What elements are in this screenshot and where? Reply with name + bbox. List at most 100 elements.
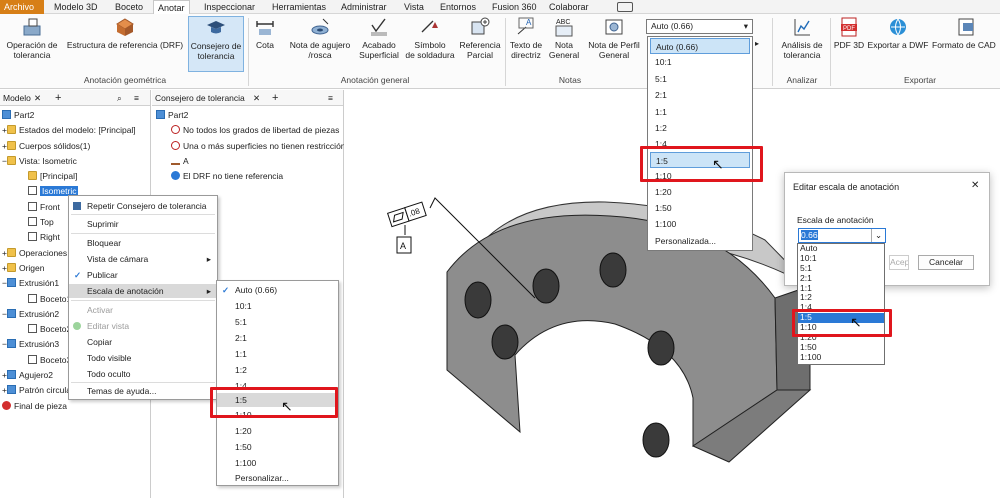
close-icon[interactable]: ✕ — [34, 90, 41, 106]
tree-item-view-isometric[interactable]: − Vista: Isometric — [2, 154, 150, 169]
menu-icon[interactable]: ≡ — [134, 90, 139, 106]
add-tab-icon[interactable]: + — [272, 90, 278, 106]
scale-option[interactable]: 1:100 — [650, 216, 750, 232]
tab-herramientas[interactable]: Herramientas — [268, 0, 330, 14]
extrusion-icon — [6, 339, 16, 349]
general-note-button[interactable]: ABC Nota General — [546, 16, 582, 60]
submenu-arrow-icon: ▸ — [206, 286, 211, 296]
menu-item-repeat-advisor[interactable]: Repetir Consejero de tolerancia — [69, 199, 217, 213]
submenu-item[interactable]: 5:1 — [217, 315, 338, 329]
menu-item-temas-ayuda[interactable]: Temas de ayuda... — [69, 384, 217, 398]
tab-boceto[interactable]: Boceto — [111, 0, 147, 14]
display-toggle-icon[interactable] — [617, 2, 633, 12]
search-icon[interactable]: ⌕ — [117, 90, 122, 106]
export-dwf-button[interactable]: Exportar a DWF — [866, 16, 930, 50]
submenu-item[interactable]: 1:2 — [217, 363, 338, 377]
group-exportar: Exportar — [903, 75, 937, 85]
tolerance-analysis-button[interactable]: Análisis de tolerancia — [776, 16, 828, 60]
tab-vista[interactable]: Vista — [400, 0, 428, 14]
menu-item-bloquear[interactable]: Bloquear — [69, 236, 217, 250]
scale-option[interactable]: 5:1 — [650, 71, 750, 87]
chevron-down-icon[interactable]: ⌄ — [871, 229, 885, 242]
hole — [647, 330, 675, 366]
submenu-item[interactable]: 1:1 — [217, 347, 338, 361]
advisor-item-part2[interactable]: Part2 — [156, 108, 344, 123]
tree-item-part2[interactable]: Part2 — [2, 108, 150, 123]
advisor-item-drf[interactable]: El DRF no tiene referencia — [156, 169, 344, 184]
submenu-item[interactable]: 10:1 — [217, 299, 338, 313]
scale-option-personalizada[interactable]: Personalizada... — [650, 233, 750, 249]
tree-item-final-de-pieza[interactable]: Final de pieza — [2, 399, 150, 414]
advisor-item-surfaces[interactable]: Una o más superficies no tienen restricc… — [156, 139, 344, 154]
leader-text-button[interactable]: A Texto de directriz — [506, 16, 546, 60]
menu-item-escala-anotacion[interactable]: Escala de anotación ▸ — [69, 284, 217, 298]
tab-administrar[interactable]: Administrar — [337, 0, 391, 14]
annotation-scale-combo[interactable]: Auto (0.66) ▾ — [646, 19, 753, 34]
part-icon — [156, 110, 165, 119]
surface-finish-button[interactable]: Acabado Superficial — [356, 16, 402, 60]
highlight-box — [792, 309, 892, 337]
weld-symbol-button[interactable]: Símbolo de soldadura — [404, 16, 456, 60]
tab-archivo[interactable]: Archivo — [0, 0, 44, 14]
tab-entornos[interactable]: Entornos — [436, 0, 480, 14]
tree-item-model-states[interactable]: + Estados del modelo: [Principal] — [2, 123, 150, 138]
menu-item-suprimir[interactable]: Suprimir — [69, 217, 217, 231]
submenu-item-auto[interactable]: ✓ Auto (0.66) — [217, 283, 338, 297]
model-panel-header: Modelo ✕ + ⌕ ≡ — [0, 90, 150, 106]
scale-option[interactable]: 1:20 — [650, 184, 750, 200]
menu-item-copiar[interactable]: Copiar — [69, 335, 217, 349]
partial-reference-button[interactable]: Referencia Parcial — [456, 16, 504, 60]
tab-colaborar[interactable]: Colaborar — [545, 0, 593, 14]
scale-option[interactable]: 2:1 — [650, 87, 750, 103]
overflow-arrow-icon[interactable]: ▸ — [755, 39, 759, 48]
svg-text:PDF: PDF — [843, 26, 855, 32]
dialog-scale-option[interactable]: 1:100 — [798, 352, 884, 363]
menu-item-todo-visible[interactable]: Todo visible — [69, 351, 217, 365]
group-anotacion-general: Anotación general — [340, 75, 410, 85]
pdf-3d-button[interactable]: PDF PDF 3D — [832, 16, 866, 50]
dwf-globe-icon — [890, 18, 906, 36]
cad-format-button[interactable]: Formato de CAD — [932, 16, 1000, 50]
menu-item-activar[interactable]: Activar — [69, 303, 217, 317]
menu-icon[interactable]: ≡ — [328, 90, 333, 106]
folder-icon — [28, 171, 37, 181]
scale-input[interactable]: 0.66 ⌄ — [798, 228, 886, 243]
advisor-item-dof[interactable]: No todos los grados de libertad de pieza… — [156, 123, 344, 138]
menu-item-publicar[interactable]: ✓ Publicar — [69, 268, 217, 282]
submenu-item[interactable]: 1:20 — [217, 424, 338, 438]
submenu-item[interactable]: 2:1 — [217, 331, 338, 345]
tab-modelo-3d[interactable]: Modelo 3D — [50, 0, 102, 14]
scale-option[interactable]: Auto (0.66) — [650, 38, 750, 55]
menu-item-editar-vista[interactable]: Editar vista — [69, 319, 217, 333]
submenu-item[interactable]: 1:50 — [217, 440, 338, 454]
cancel-button[interactable]: Cancelar — [918, 255, 974, 270]
group-anotacion-geometrica: Anotación geométrica — [83, 75, 167, 85]
tree-item-principal[interactable]: [Principal] — [2, 169, 150, 184]
cota-button[interactable]: Cota — [252, 16, 278, 50]
add-tab-icon[interactable]: + — [55, 90, 61, 106]
menu-tab-bar: Archivo Modelo 3D Boceto Anotar Inspecci… — [0, 0, 1000, 15]
scale-option[interactable]: 1:1 — [650, 104, 750, 120]
tab-fusion-360[interactable]: Fusion 360 — [488, 0, 541, 14]
scale-option[interactable]: 10:1 — [650, 54, 750, 70]
submenu-item[interactable]: 1:100 — [217, 456, 338, 470]
menu-item-vista-camara[interactable]: Vista de cámara ▸ — [69, 252, 217, 266]
advisor-item-datum-a[interactable]: A — [156, 154, 344, 169]
tab-anotar[interactable]: Anotar — [153, 0, 190, 15]
tolerance-advisor-button[interactable]: Consejero de tolerancia — [188, 16, 244, 72]
tolerance-feature-button[interactable]: Operación de tolerancia — [2, 16, 62, 60]
hole-thread-note-button[interactable]: Nota de agujero /rosca — [280, 16, 360, 60]
close-icon[interactable]: ✕ — [971, 180, 979, 191]
close-icon[interactable]: ✕ — [253, 90, 260, 106]
submenu-item-personalizar[interactable]: Personalizar... — [217, 471, 338, 485]
ok-button[interactable]: Aceptar — [889, 255, 909, 270]
ribbon: Operación de tolerancia Estructura de re… — [0, 14, 1000, 89]
scale-option[interactable]: 1:2 — [650, 120, 750, 136]
highlight-box — [210, 387, 338, 418]
menu-item-todo-oculto[interactable]: Todo oculto — [69, 367, 217, 381]
scale-option[interactable]: 1:50 — [650, 200, 750, 216]
profile-note-button[interactable]: Nota de Perfil General — [584, 16, 644, 60]
drf-button[interactable]: Estructura de referencia (DRF) — [64, 16, 186, 50]
tab-inspeccionar[interactable]: Inspeccionar — [200, 0, 259, 14]
tree-item-solid-bodies[interactable]: + Cuerpos sólidos(1) — [2, 139, 150, 154]
